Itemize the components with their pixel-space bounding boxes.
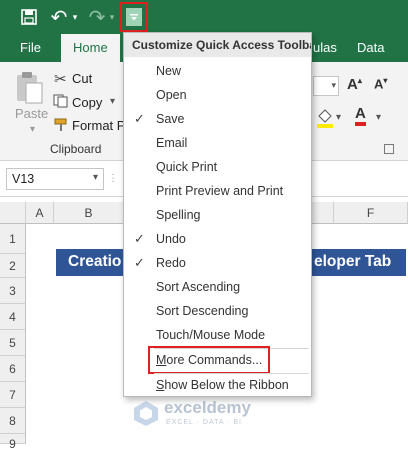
menu-item-label: Save (156, 112, 185, 126)
tab-formulas[interactable]: ulas (313, 34, 337, 62)
menu-item-label: Sort Descending (156, 304, 249, 318)
banner-text-left: Creatio (68, 253, 122, 270)
paste-dropdown-icon[interactable]: ▾ (30, 124, 35, 135)
undo-icon[interactable]: ↶ (48, 4, 70, 30)
menu-item-new[interactable]: New (124, 59, 311, 83)
fill-color-dropdown-icon[interactable]: ▾ (336, 112, 341, 123)
row-header-2[interactable]: 2 (0, 254, 26, 278)
tab-data[interactable]: Data (357, 34, 384, 62)
row-header-6[interactable]: 6 (0, 356, 26, 382)
select-all-corner[interactable] (0, 202, 26, 224)
menu-item-label: Show Below the Ribbon (156, 378, 289, 392)
menu-item-print-preview[interactable]: Print Preview and Print (124, 179, 311, 203)
menu-item-label: Open (156, 88, 187, 102)
font-size-field[interactable]: ▾ (313, 76, 339, 96)
increase-font-size-icon[interactable]: A▴ (347, 76, 362, 93)
row-header-4[interactable]: 4 (0, 304, 26, 330)
tab-home[interactable]: Home (61, 34, 120, 62)
customize-qat-button[interactable] (120, 2, 148, 32)
menu-item-open[interactable]: Open (124, 83, 311, 107)
customize-qat-menu: Customize Quick Access Toolbar New Open … (123, 32, 312, 397)
menu-item-undo[interactable]: ✓ Undo (124, 227, 311, 251)
watermark-brand: exceldemy (164, 398, 251, 417)
undo-dropdown-icon[interactable]: ▾ (70, 4, 80, 30)
paste-icon[interactable] (14, 70, 44, 106)
menu-item-email[interactable]: Email (124, 131, 311, 155)
watermark-tagline: EXCEL · DATA · BI (166, 419, 242, 426)
menu-item-label: New (156, 64, 182, 78)
redo-icon[interactable]: ↷ (86, 4, 108, 30)
menu-item-label: Print Preview and Print (156, 184, 284, 198)
font-color-dropdown-icon[interactable]: ▾ (376, 112, 381, 123)
menu-item-label: Email (156, 136, 188, 150)
menu-item-label: Undo (156, 232, 186, 246)
row-header-5[interactable]: 5 (0, 330, 26, 356)
row-header-3[interactable]: 3 (0, 278, 26, 304)
scissors-icon[interactable]: ✂ (54, 70, 67, 88)
redo-dropdown-icon[interactable]: ▾ (107, 4, 117, 30)
name-box[interactable]: V13 ▾ (6, 168, 104, 190)
decrease-font-size-icon[interactable]: A▾ (374, 76, 387, 91)
column-header-b[interactable]: B (54, 202, 124, 224)
fill-color-icon[interactable] (316, 108, 334, 131)
name-box-value: V13 (12, 172, 35, 186)
menu-item-save[interactable]: ✓ Save (124, 107, 311, 131)
column-header-f[interactable]: F (334, 202, 408, 224)
checkmark-icon: ✓ (134, 255, 145, 270)
dialog-launcher-icon[interactable] (384, 144, 394, 154)
copy-label[interactable]: Copy (72, 95, 102, 110)
paste-label[interactable]: Paste (15, 106, 48, 121)
save-icon[interactable] (18, 4, 40, 30)
tab-file[interactable]: File (20, 34, 41, 62)
row-header-9[interactable]: 9 (0, 434, 26, 451)
menu-item-label: Touch/Mouse Mode (156, 328, 266, 342)
checkmark-icon: ✓ (134, 231, 145, 246)
checkmark-icon: ✓ (134, 111, 145, 126)
watermark: exceldemy EXCEL · DATA · BI (132, 397, 282, 431)
column-header-a[interactable]: A (26, 202, 54, 224)
menu-item-redo[interactable]: ✓ Redo (124, 251, 311, 275)
menu-item-label: Quick Print (156, 160, 218, 174)
row-header-1[interactable]: 1 (0, 224, 26, 254)
menu-item-sort-ascending[interactable]: Sort Ascending (124, 275, 311, 299)
banner-text-right: eloper Tab (314, 253, 392, 270)
font-color-icon[interactable]: A (355, 106, 366, 126)
format-painter-icon[interactable] (53, 117, 69, 136)
menu-item-show-below-ribbon[interactable]: Show Below the Ribbon (124, 373, 311, 397)
menu-item-quick-print[interactable]: Quick Print (124, 155, 311, 179)
row-header-7[interactable]: 7 (0, 382, 26, 408)
cut-label[interactable]: Cut (72, 71, 92, 86)
clipboard-group-label: Clipboard (50, 142, 102, 156)
menu-item-sort-descending[interactable]: Sort Descending (124, 299, 311, 323)
title-bar: ↶ ▾ ↷ ▾ (0, 0, 408, 34)
chevron-down-icon (126, 8, 142, 26)
menu-title: Customize Quick Access Toolbar (124, 33, 311, 57)
more-commands-highlight (148, 346, 270, 374)
menu-item-spelling[interactable]: Spelling (124, 203, 311, 227)
menu-item-label: Redo (156, 256, 186, 270)
chevron-down-icon: ▾ (92, 172, 98, 183)
name-box-divider: ⋮ (108, 173, 118, 184)
exceldemy-logo-icon (132, 399, 160, 430)
copy-icon[interactable] (53, 94, 69, 111)
menu-item-label: Spelling (156, 208, 201, 222)
row-header-8[interactable]: 8 (0, 408, 26, 434)
copy-dropdown-icon[interactable]: ▾ (110, 96, 115, 107)
menu-item-label: Sort Ascending (156, 280, 241, 294)
chevron-down-icon: ▾ (331, 80, 336, 90)
menu-item-touch-mouse-mode[interactable]: Touch/Mouse Mode (124, 323, 311, 347)
